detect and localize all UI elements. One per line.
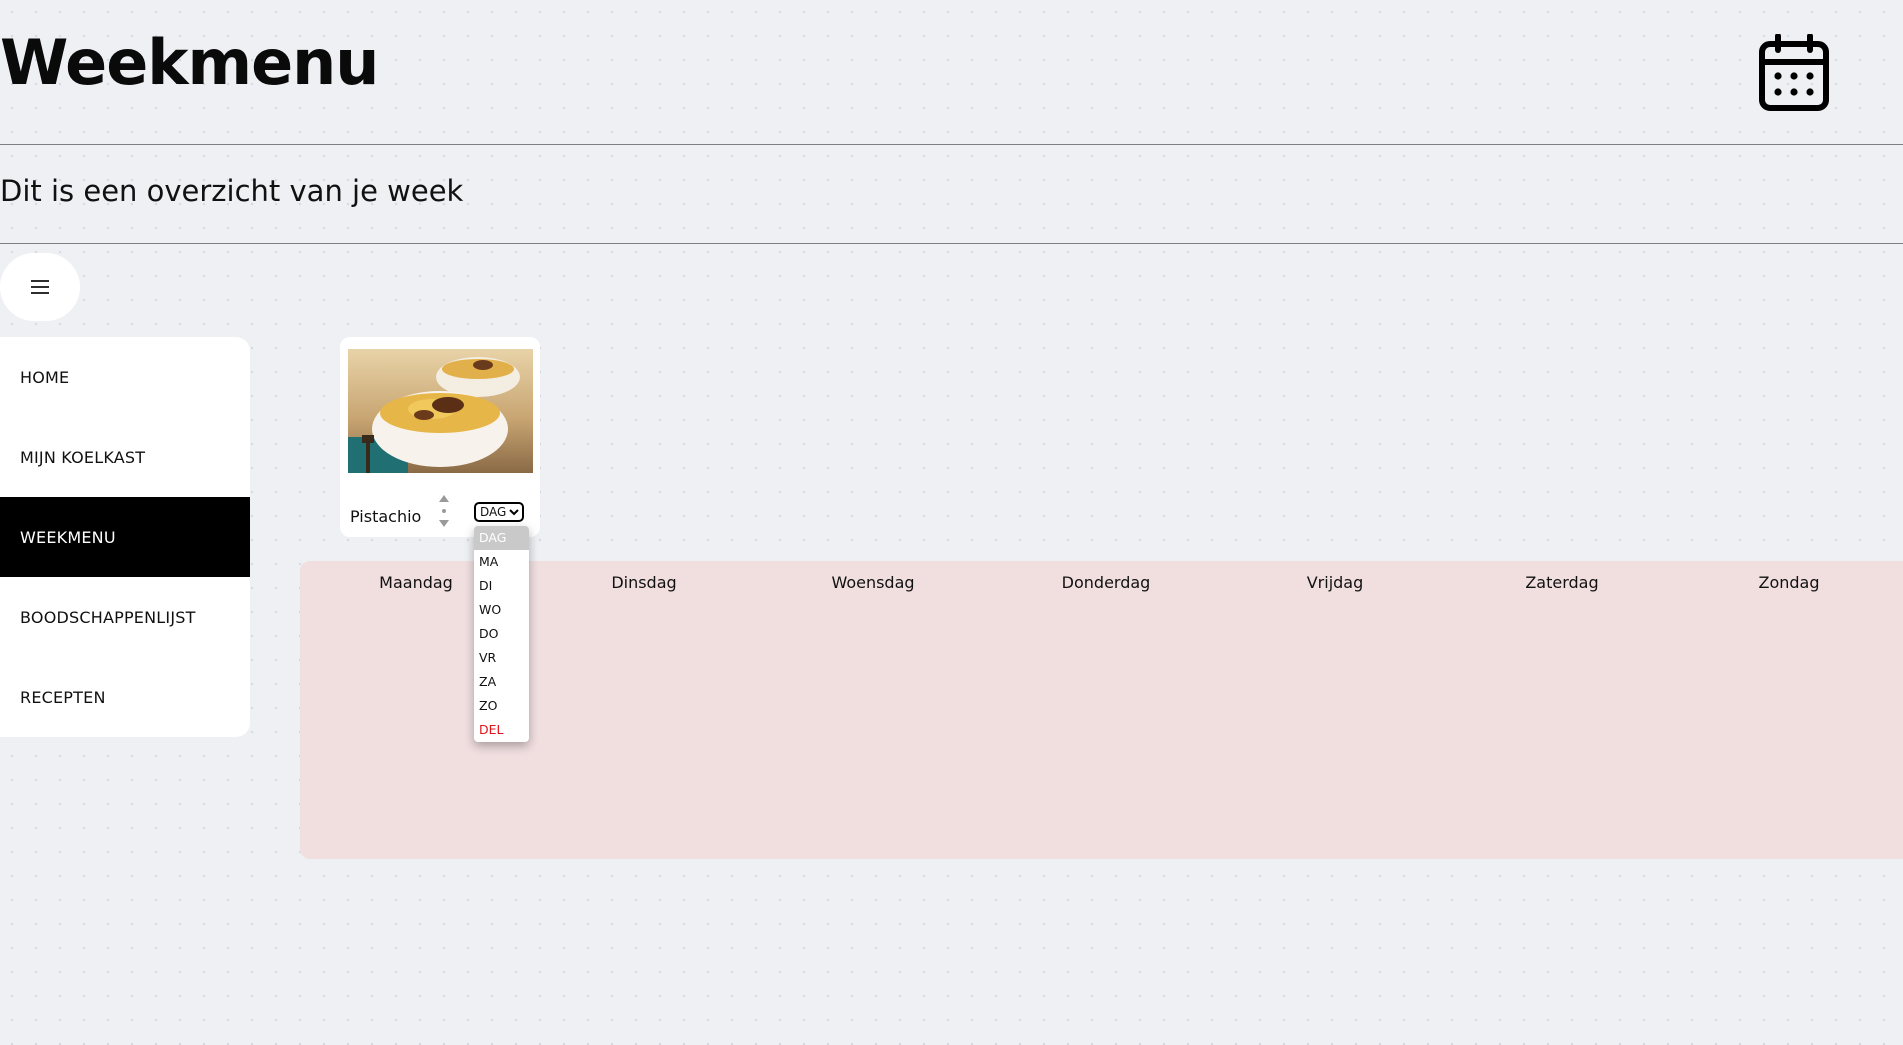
day-option-delete[interactable]: DEL bbox=[474, 718, 529, 742]
sidebar-item-weekmenu[interactable]: WEEKMENU bbox=[0, 497, 250, 577]
hamburger-menu-icon bbox=[31, 280, 49, 294]
day-column-zondag: Zondag bbox=[1758, 573, 1820, 592]
week-grid: Maandag Dinsdag Woensdag Donderdag Vrijd… bbox=[300, 561, 1903, 859]
day-option-wo[interactable]: WO bbox=[474, 598, 529, 622]
sidebar-item-mijn-koelkast[interactable]: MIJN KOELKAST bbox=[0, 417, 250, 497]
calendar-icon[interactable] bbox=[1758, 34, 1830, 112]
day-option-za[interactable]: ZA bbox=[474, 670, 529, 694]
subtitle-divider bbox=[0, 243, 1903, 244]
day-column-zaterdag: Zaterdag bbox=[1525, 573, 1599, 592]
sidebar-item-recepten[interactable]: RECEPTEN bbox=[0, 657, 250, 737]
menu-toggle-button[interactable] bbox=[0, 253, 80, 321]
recipe-card[interactable]: Pistachio DAG bbox=[340, 337, 540, 537]
day-select[interactable]: DAG bbox=[474, 502, 524, 522]
page-subtitle: Dit is een overzicht van je week bbox=[0, 174, 464, 208]
sidebar-item-boodschappenlijst[interactable]: BOODSCHAPPENLIJST bbox=[0, 577, 250, 657]
day-column-vrijdag: Vrijdag bbox=[1306, 573, 1364, 592]
recipe-name: Pistachio bbox=[350, 507, 422, 526]
sort-arrows-icon[interactable] bbox=[437, 493, 451, 529]
day-option-di[interactable]: DI bbox=[474, 574, 529, 598]
sidebar-item-home[interactable]: HOME bbox=[0, 337, 250, 417]
page-title: Weekmenu bbox=[0, 26, 379, 99]
day-select-dropdown: DAG MA DI WO DO VR ZA ZO DEL bbox=[474, 526, 529, 742]
day-option-do[interactable]: DO bbox=[474, 622, 529, 646]
day-column-maandag: Maandag bbox=[379, 573, 453, 592]
chevron-down-icon bbox=[509, 509, 519, 516]
day-column-donderdag: Donderdag bbox=[1061, 573, 1151, 592]
recipe-image bbox=[348, 349, 533, 473]
day-column-woensdag: Woensdag bbox=[831, 573, 915, 592]
day-option-ma[interactable]: MA bbox=[474, 550, 529, 574]
day-option-vr[interactable]: VR bbox=[474, 646, 529, 670]
day-option-dag[interactable]: DAG bbox=[474, 526, 529, 550]
day-option-zo[interactable]: ZO bbox=[474, 694, 529, 718]
header-divider bbox=[0, 144, 1903, 145]
sidebar-nav: HOME MIJN KOELKAST WEEKMENU BOODSCHAPPEN… bbox=[0, 337, 250, 737]
day-select-value: DAG bbox=[480, 505, 507, 519]
day-column-dinsdag: Dinsdag bbox=[611, 573, 677, 592]
